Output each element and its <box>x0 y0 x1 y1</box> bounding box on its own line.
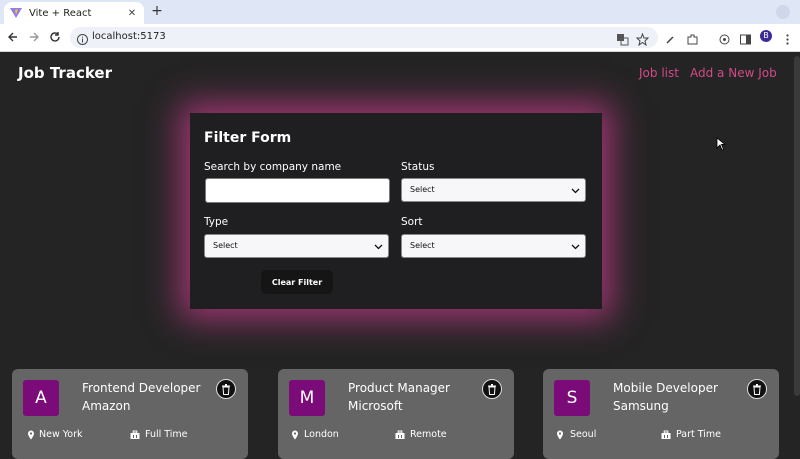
job-company: Samsung <box>613 399 669 413</box>
extensions-icon[interactable] <box>686 31 699 45</box>
tab-title: Vite + React <box>29 7 92 19</box>
job-type: Part Time <box>676 429 722 440</box>
company-avatar: M <box>289 380 325 416</box>
trash-icon <box>488 383 496 395</box>
job-type: Full Time <box>145 429 188 440</box>
site-info-icon[interactable] <box>76 31 89 45</box>
profile-avatar[interactable]: B <box>760 30 772 42</box>
delete-job-button[interactable] <box>482 379 502 399</box>
back-icon[interactable] <box>6 30 20 44</box>
browser-toolbar: localhost:5173 <box>0 24 800 52</box>
trash-icon <box>753 383 761 395</box>
chevron-down-icon <box>571 188 580 194</box>
sort-select-value: Select <box>410 241 435 250</box>
job-title: Frontend Developer <box>82 381 201 395</box>
briefcase-icon <box>661 430 671 439</box>
job-card: S Mobile Developer Samsung Seoul Part Ti… <box>543 369 779 459</box>
menu-dots-icon[interactable] <box>781 31 794 45</box>
new-tab-button[interactable]: + <box>150 3 164 19</box>
browser-tab-bar: Vite + React ✕ + <box>0 0 800 24</box>
type-select-value: Select <box>213 241 238 250</box>
nav-add-job[interactable]: Add a New Job <box>690 66 777 80</box>
reload-icon[interactable] <box>48 30 62 44</box>
delete-job-button[interactable] <box>216 379 236 399</box>
location-pin-icon <box>292 430 298 440</box>
sort-label: Sort <box>401 216 423 228</box>
chevron-down-icon <box>571 244 580 250</box>
sync-icon[interactable] <box>718 31 731 45</box>
company-search-input[interactable] <box>205 178 390 203</box>
mouse-cursor-icon <box>716 137 726 151</box>
side-panel-icon[interactable] <box>739 31 752 45</box>
type-label: Type <box>204 216 229 228</box>
trash-icon <box>222 383 230 395</box>
briefcase-icon <box>395 430 405 439</box>
clear-filter-button[interactable]: Clear Filter <box>261 270 333 294</box>
status-select-value: Select <box>410 185 435 194</box>
browser-tab[interactable]: Vite + React ✕ <box>4 2 144 24</box>
status-label: Status <box>401 161 435 173</box>
company-avatar: A <box>23 380 59 416</box>
location-pin-icon <box>28 430 34 440</box>
address-bar[interactable]: localhost:5173 <box>70 27 658 48</box>
app-brand[interactable]: Job Tracker <box>18 64 112 82</box>
page-scrollbar[interactable] <box>794 56 800 396</box>
sort-select[interactable]: Select <box>401 234 586 258</box>
briefcase-icon <box>130 430 140 439</box>
url-text: localhost:5173 <box>92 31 166 42</box>
translate-icon[interactable] <box>616 31 629 46</box>
status-select[interactable]: Select <box>401 178 586 202</box>
tab-search-icon[interactable] <box>776 5 790 19</box>
nav-job-list[interactable]: Job list <box>639 66 679 80</box>
bookmark-star-icon[interactable] <box>635 31 650 47</box>
job-location: Seoul <box>570 429 597 440</box>
job-company: Microsoft <box>348 399 403 413</box>
vite-logo-icon <box>10 7 22 19</box>
close-tab-icon[interactable]: ✕ <box>126 8 138 19</box>
chevron-down-icon <box>374 244 383 250</box>
type-select[interactable]: Select <box>204 234 389 258</box>
job-title: Product Manager <box>348 381 450 395</box>
forward-icon[interactable] <box>27 30 41 44</box>
company-avatar: S <box>554 380 590 416</box>
search-label: Search by company name <box>204 161 342 173</box>
eyedropper-icon[interactable] <box>664 31 677 44</box>
job-location: New York <box>39 429 83 440</box>
job-card: A Frontend Developer Amazon New York Ful… <box>12 369 248 459</box>
job-title: Mobile Developer <box>613 381 718 395</box>
job-type: Remote <box>410 429 447 440</box>
location-pin-icon <box>557 430 563 440</box>
job-location: London <box>304 429 339 440</box>
job-card: M Product Manager Microsoft London Remot… <box>278 369 514 459</box>
filter-form-title: Filter Form <box>204 130 292 146</box>
filter-form: Filter Form Search by company name Statu… <box>190 113 602 309</box>
job-company: Amazon <box>82 399 131 413</box>
delete-job-button[interactable] <box>747 379 767 399</box>
